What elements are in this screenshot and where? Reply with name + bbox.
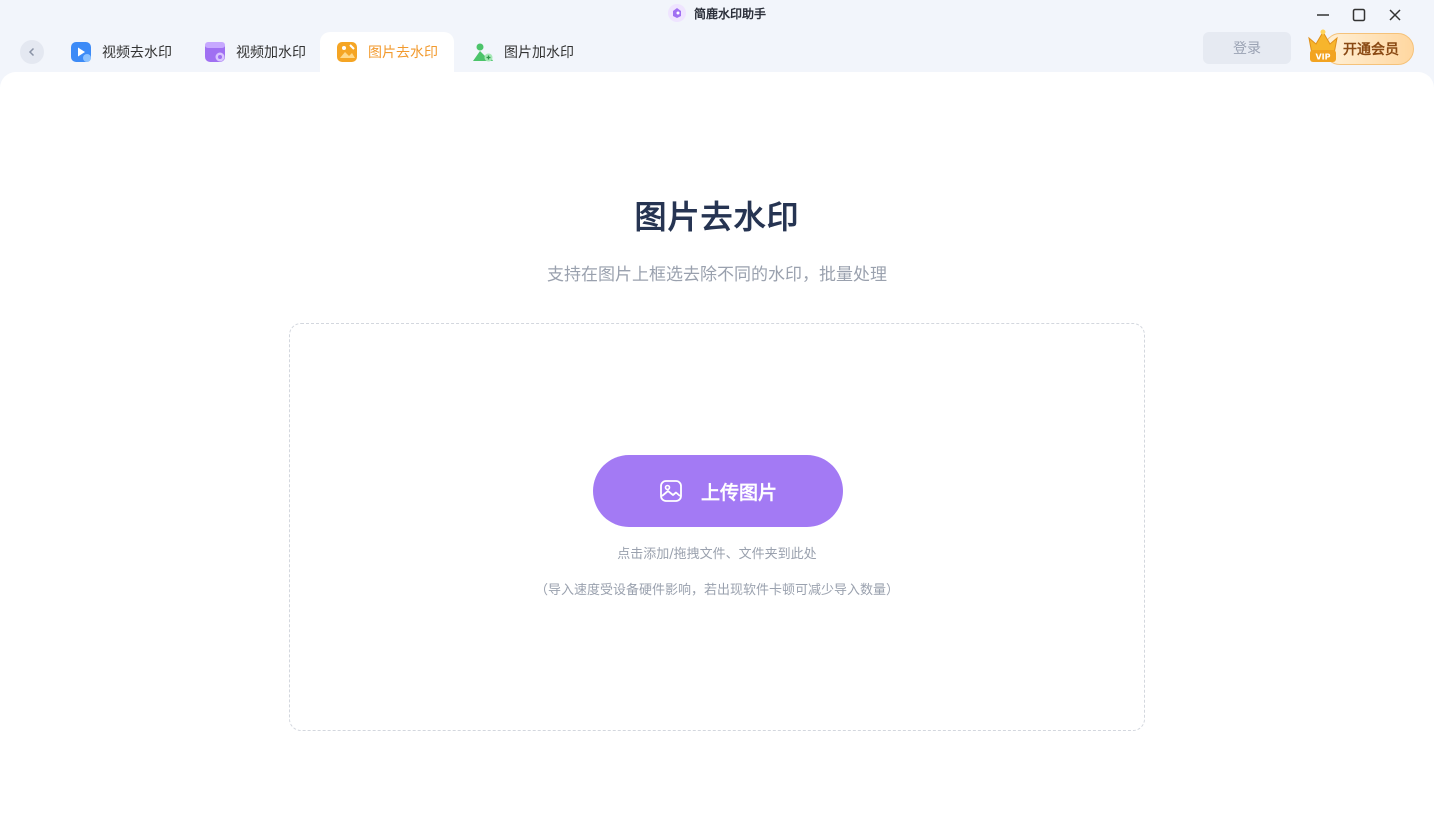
tab-label: 图片去水印 (368, 45, 438, 61)
image-add-icon (472, 41, 494, 63)
tab-image-add[interactable]: 图片加水印 (456, 32, 590, 72)
chevron-left-icon (28, 47, 35, 57)
app-title-group: 简鹿水印助手 (667, 4, 766, 22)
minimize-icon[interactable] (1312, 4, 1334, 26)
tab-video-add[interactable]: 视频加水印 (188, 32, 322, 72)
upload-image-button[interactable]: 上传图片 (593, 455, 843, 527)
login-button[interactable]: 登录 (1203, 32, 1291, 64)
import-note: （导入速度受设备硬件影响，若出现软件卡顿可减少导入数量） (534, 583, 899, 598)
upload-label: 上传图片 (700, 481, 777, 504)
vip-badge: VIP (1315, 53, 1330, 62)
window-controls (1312, 4, 1406, 26)
video-remove-icon (70, 41, 92, 63)
back-button[interactable] (20, 40, 44, 64)
main-content: 图片去水印 支持在图片上框选去除不同的水印，批量处理 上传图片 点击添加/拖拽文… (0, 72, 1434, 822)
image-remove-icon (336, 41, 358, 63)
page-title: 图片去水印 (634, 198, 800, 236)
close-icon[interactable] (1384, 4, 1406, 26)
tab-label: 视频去水印 (102, 45, 172, 61)
crown-icon: VIP (1308, 29, 1338, 62)
app-logo-icon (667, 4, 686, 22)
app-title: 简鹿水印助手 (693, 6, 766, 21)
vip-button[interactable]: 开通会员 VIP (1306, 29, 1414, 66)
drop-zone[interactable]: 上传图片 点击添加/拖拽文件、文件夹到此处 （导入速度受设备硬件影响，若出现软件… (289, 323, 1145, 731)
title-bar: 简鹿水印助手 (0, 0, 1434, 26)
tab-label: 视频加水印 (236, 45, 306, 61)
image-icon (660, 480, 682, 502)
maximize-icon[interactable] (1348, 4, 1370, 26)
page-subtitle: 支持在图片上框选去除不同的水印，批量处理 (547, 265, 887, 285)
tab-video-remove[interactable]: 视频去水印 (54, 32, 188, 72)
drop-hint: 点击添加/拖拽文件、文件夹到此处 (617, 547, 817, 562)
tab-label: 图片加水印 (504, 45, 574, 61)
tab-image-remove[interactable]: 图片去水印 (320, 32, 454, 72)
video-add-icon (204, 41, 226, 63)
